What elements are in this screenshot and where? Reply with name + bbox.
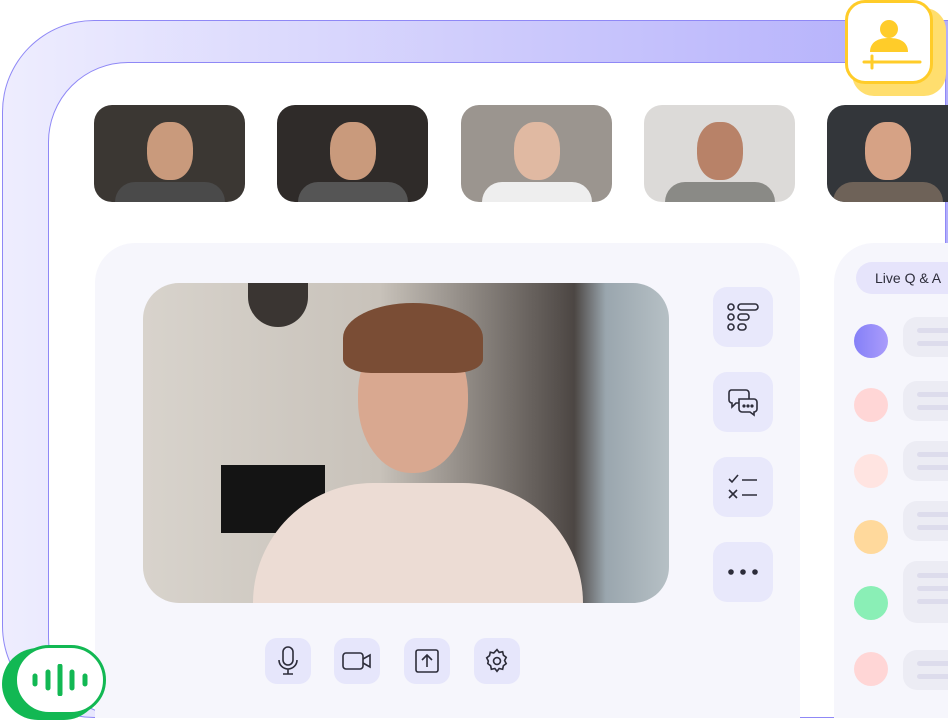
- chat-avatar: [854, 324, 888, 358]
- chat-icon: [728, 389, 758, 417]
- camera-button[interactable]: [334, 638, 380, 684]
- microphone-button[interactable]: [265, 638, 311, 684]
- presenter-icon: [862, 20, 922, 70]
- list-icon: [727, 303, 759, 331]
- chat-message-bubble: [903, 561, 948, 623]
- checklist-icon: [728, 474, 757, 499]
- chat-button[interactable]: [713, 372, 773, 432]
- more-icon: [728, 569, 758, 575]
- more-button[interactable]: [713, 542, 773, 602]
- agenda-button[interactable]: [713, 287, 773, 347]
- chat-avatar: [854, 388, 888, 422]
- participant-thumbnail[interactable]: [277, 105, 428, 202]
- microphone-icon: [278, 646, 298, 675]
- chat-avatar: [854, 454, 888, 488]
- settings-icon: [485, 648, 508, 673]
- participant-thumbnail[interactable]: [644, 105, 795, 202]
- chat-avatar: [854, 652, 888, 686]
- chat-message-bubble: [903, 501, 948, 541]
- chat-message-bubble: [903, 381, 948, 421]
- settings-button[interactable]: [474, 638, 520, 684]
- chat-message-bubble: [903, 650, 948, 690]
- share-screen-icon: [415, 649, 439, 673]
- chat-avatar: [854, 520, 888, 554]
- share-screen-button[interactable]: [404, 638, 450, 684]
- participant-thumbnail[interactable]: [461, 105, 612, 202]
- participant-thumbnail[interactable]: [827, 105, 948, 202]
- audio-wave-icon: [32, 664, 88, 696]
- participant-thumbnail[interactable]: [94, 105, 245, 202]
- chat-message-bubble: [903, 441, 948, 481]
- presenter-badge: [845, 0, 933, 84]
- main-speaker-video: [143, 283, 669, 603]
- chat-message-bubble: [903, 317, 948, 357]
- audio-badge: [14, 645, 106, 715]
- live-qa-tab[interactable]: Live Q & A: [856, 262, 948, 294]
- chat-avatar: [854, 586, 888, 620]
- video-camera-icon: [342, 652, 371, 670]
- tasks-button[interactable]: [713, 457, 773, 517]
